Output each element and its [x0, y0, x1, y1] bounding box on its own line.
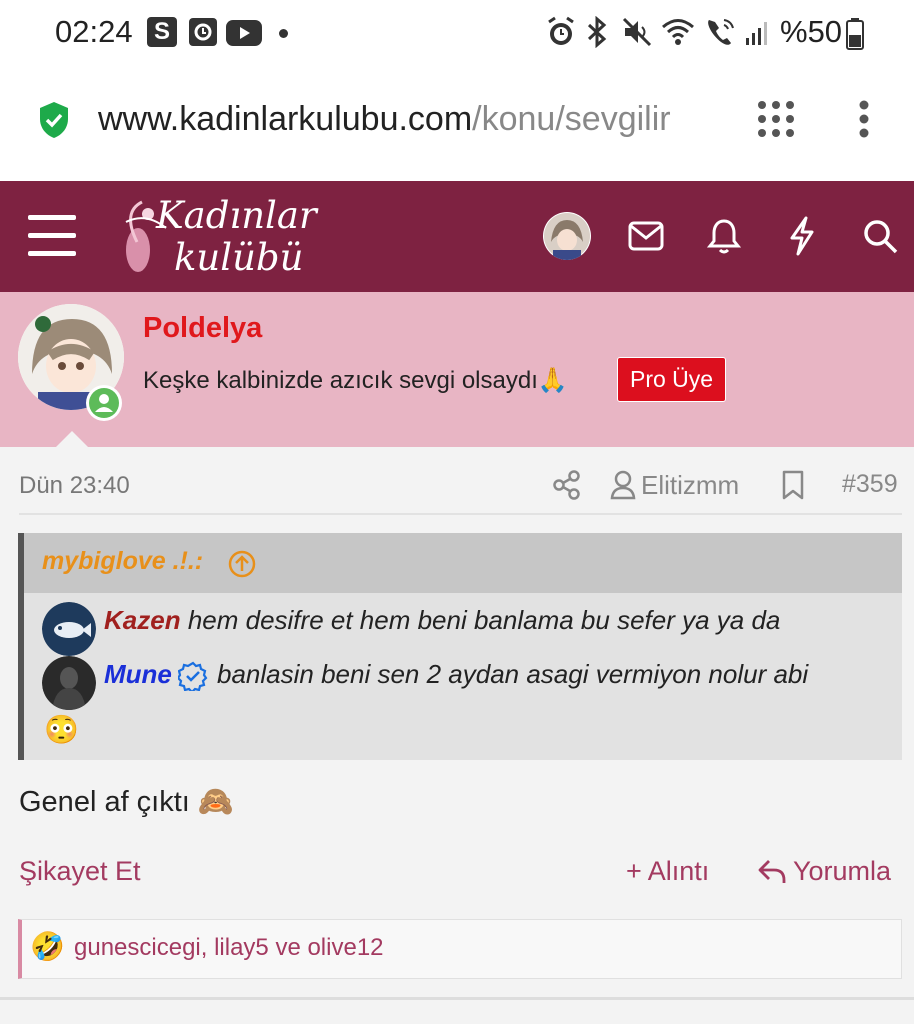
signal-icon — [744, 20, 770, 51]
go-to-quote-icon[interactable] — [228, 550, 256, 583]
clock-app-icon — [188, 17, 218, 52]
rofl-emoji-icon: 🤣 — [30, 931, 65, 962]
post-number[interactable]: #359 — [842, 470, 898, 499]
search-icon[interactable] — [862, 218, 898, 259]
verified-badge-icon — [176, 661, 208, 696]
quote-button[interactable]: + Alıntı — [626, 856, 709, 887]
quote-mention-mune[interactable]: Mune — [104, 659, 172, 689]
divider — [19, 513, 902, 515]
notification-dot-icon — [279, 29, 288, 38]
reply-arrow-icon[interactable] — [757, 858, 787, 891]
logo-text-2: kulübü — [174, 236, 304, 279]
mute-icon — [622, 17, 652, 52]
bookmark-icon[interactable] — [781, 470, 805, 505]
user-avatar-small[interactable] — [543, 212, 591, 260]
banner-pointer — [56, 431, 88, 447]
report-link[interactable]: Şikayet Et — [19, 856, 141, 887]
kazen-avatar[interactable] — [42, 602, 96, 656]
bluetooth-icon — [585, 15, 609, 53]
flushed-emoji-icon: 😳 — [44, 714, 79, 745]
quote-line-2-text: banlasin beni sen 2 aydan asagi vermiyon… — [217, 659, 809, 689]
battery-percent: %50 — [780, 14, 843, 49]
wifi-calling-icon — [704, 16, 738, 53]
s-app-icon: S — [147, 17, 177, 47]
whats-new-bolt-icon[interactable] — [788, 216, 816, 261]
status-time: 02:24 — [55, 14, 133, 49]
messages-icon[interactable] — [628, 221, 664, 256]
quote-line-1: Kazen hem desifre et hem beni banlama bu… — [104, 605, 781, 635]
poster-username[interactable]: Poldelya — [143, 312, 262, 345]
quote-author[interactable]: mybiglove .!.: — [42, 547, 203, 576]
divider — [0, 997, 914, 1000]
share-icon[interactable] — [553, 470, 581, 505]
site-logo[interactable]: Kadınlar kulübü — [112, 192, 332, 282]
post-body-text: Genel af çıktı 🙈 — [19, 786, 235, 818]
apps-grid-icon[interactable] — [757, 100, 795, 143]
hamburger-menu-icon[interactable] — [28, 215, 76, 262]
url-field[interactable]: www.kadinlarkulubu.com/konu/sevgilir — [98, 100, 738, 139]
reaction-users[interactable]: gunescicegi, lilay5 ve olive12 — [74, 934, 384, 962]
secure-shield-icon[interactable] — [38, 101, 70, 144]
user-icon — [610, 470, 636, 505]
quote-mention-kazen[interactable]: Kazen — [104, 605, 181, 635]
poster-status-text: Keşke kalbinizde azıcık sevgi olsaydı🙏 — [143, 367, 568, 394]
reply-button[interactable]: Yorumla — [793, 856, 891, 887]
post-date[interactable]: Dün 23:40 — [19, 472, 130, 500]
quoted-by-author[interactable]: Elitizmm — [641, 470, 739, 501]
logo-text-1: Kadınlar — [156, 194, 317, 237]
status-bar — [0, 0, 914, 68]
youtube-icon — [226, 20, 262, 51]
online-status-icon — [86, 385, 122, 421]
wifi-icon — [661, 17, 695, 52]
notifications-bell-icon[interactable] — [706, 217, 742, 260]
more-menu-icon[interactable] — [857, 100, 871, 143]
quote-line-2: Mune — [104, 659, 172, 690]
alarm-icon — [546, 16, 576, 53]
mune-avatar[interactable] — [42, 656, 96, 710]
user-rank-badge: Pro Üye — [617, 357, 727, 402]
battery-icon — [846, 18, 864, 55]
